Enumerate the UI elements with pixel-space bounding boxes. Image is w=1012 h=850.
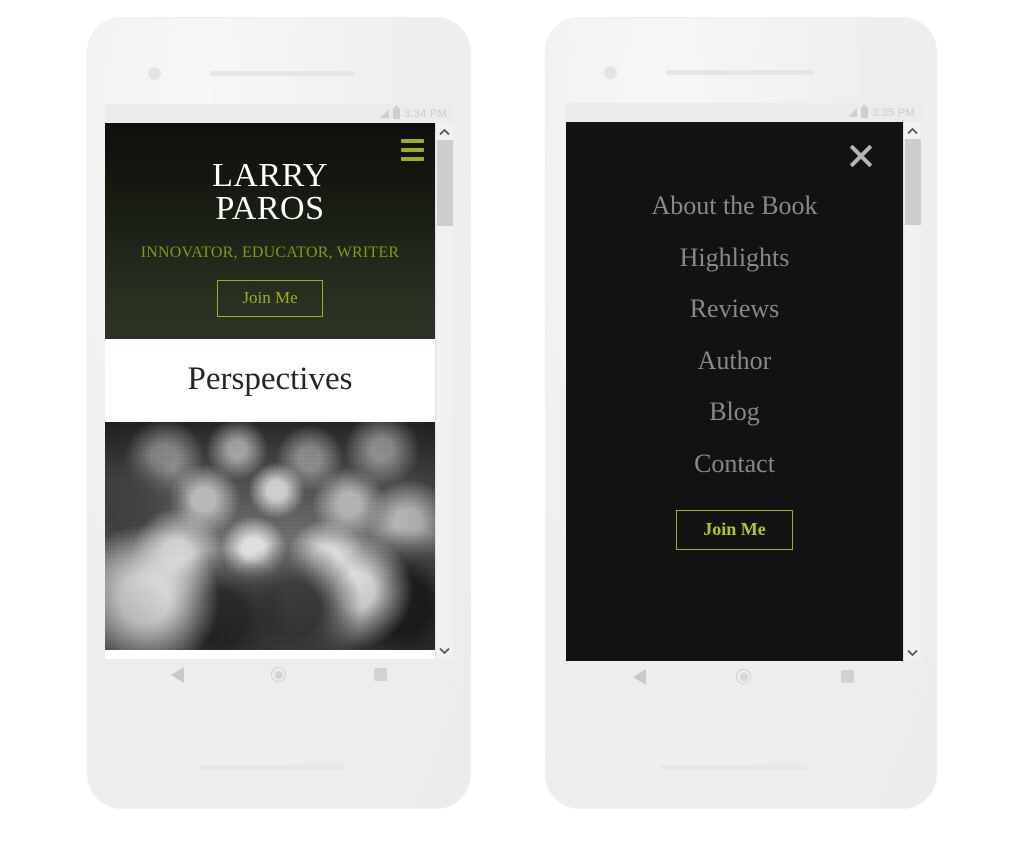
menu-item: Reviews [566, 295, 903, 324]
recents-square-icon[interactable] [841, 670, 854, 683]
phone-screen-menu: 3:35 PM About the Book Highlights Review… [566, 103, 921, 692]
browser-viewport: About the Book Highlights Reviews Author [566, 122, 921, 661]
phone-device-home: 3:34 PM LARRY PAROS INNOVATOR, EDUCATOR,… [88, 18, 470, 808]
back-triangle-icon[interactable] [633, 668, 646, 685]
android-nav-bar [566, 661, 921, 692]
scrollbar-thumb[interactable] [904, 139, 921, 225]
browser-viewport: LARRY PAROS INNOVATOR, EDUCATOR, WRITER … [105, 123, 453, 659]
back-triangle-icon[interactable] [170, 666, 184, 683]
page-scrollbar[interactable] [435, 123, 453, 659]
site-title: LARRY PAROS [105, 157, 435, 227]
photo-vignette [105, 421, 435, 650]
recents-square-icon[interactable] [374, 668, 388, 681]
scrollbar-track[interactable] [903, 139, 921, 644]
phone-device-menu: 3:35 PM About the Book Highlights Review… [546, 18, 936, 808]
phone-screen-home: 3:34 PM LARRY PAROS INNOVATOR, EDUCATOR,… [105, 104, 453, 690]
section-band: Perspectives [105, 338, 435, 422]
battery-icon [392, 106, 400, 119]
close-x-icon[interactable] [847, 142, 875, 170]
chevron-down-icon[interactable] [435, 642, 453, 659]
hamburger-icon[interactable] [401, 139, 424, 161]
scrollbar-thumb[interactable] [436, 140, 453, 226]
join-me-button[interactable]: Join Me [217, 280, 323, 317]
status-clock: 3:35 PM [871, 106, 915, 119]
menu-join-me-button[interactable]: Join Me [676, 509, 793, 550]
battery-icon [860, 105, 868, 118]
preview-stage: 3:34 PM LARRY PAROS INNOVATOR, EDUCATOR,… [0, 0, 1012, 850]
menu-link-contact[interactable]: Contact [694, 449, 775, 479]
bottom-speaker [198, 765, 344, 770]
signal-bars-icon [379, 109, 389, 118]
menu-link-author[interactable]: Author [698, 346, 772, 376]
menu-link-highlights[interactable]: Highlights [680, 243, 790, 273]
site-hero-header: LARRY PAROS INNOVATOR, EDUCATOR, WRITER … [105, 123, 435, 339]
web-page-content: About the Book Highlights Reviews Author [566, 122, 903, 661]
android-status-bar: 3:34 PM [105, 104, 453, 123]
crowd-photo [105, 421, 435, 650]
site-tagline: INNOVATOR, EDUCATOR, WRITER [140, 244, 400, 262]
site-title-line-1: LARRY [212, 157, 328, 194]
page-scrollbar[interactable] [903, 122, 921, 661]
menu-item: Contact [566, 449, 903, 479]
web-page-content: LARRY PAROS INNOVATOR, EDUCATOR, WRITER … [105, 123, 435, 659]
bottom-speaker [661, 765, 807, 770]
front-camera-icon [604, 66, 617, 79]
earpiece-speaker [666, 70, 814, 75]
hamburger-bar [401, 139, 424, 143]
chevron-up-icon[interactable] [903, 122, 921, 139]
menu-list: About the Book Highlights Reviews Author [566, 191, 903, 502]
menu-item: Highlights [566, 243, 903, 273]
menu-item: Author [566, 346, 903, 376]
chevron-up-icon[interactable] [435, 123, 453, 140]
menu-item: About the Book [566, 191, 903, 221]
home-circle-icon[interactable] [271, 667, 287, 682]
android-status-bar: 3:35 PM [566, 103, 921, 122]
menu-link-reviews[interactable]: Reviews [690, 295, 780, 324]
hamburger-bar [401, 157, 424, 161]
front-camera-icon [148, 67, 161, 80]
menu-link-blog[interactable]: Blog [709, 398, 760, 427]
menu-link-about-the-book[interactable]: About the Book [651, 191, 817, 221]
status-clock: 3:34 PM [403, 107, 447, 120]
hamburger-bar [401, 148, 424, 152]
scrollbar-track[interactable] [435, 140, 453, 642]
signal-bars-icon [847, 108, 857, 117]
earpiece-speaker [210, 71, 355, 76]
menu-item: Blog [566, 398, 903, 427]
content-spacer [105, 649, 435, 659]
site-title-line-2: PAROS [215, 189, 325, 227]
home-circle-icon[interactable] [736, 669, 751, 684]
fullscreen-menu-overlay: About the Book Highlights Reviews Author [566, 122, 903, 661]
section-heading-perspectives: Perspectives [187, 360, 353, 397]
android-nav-bar [105, 659, 453, 690]
chevron-down-icon[interactable] [903, 644, 921, 661]
